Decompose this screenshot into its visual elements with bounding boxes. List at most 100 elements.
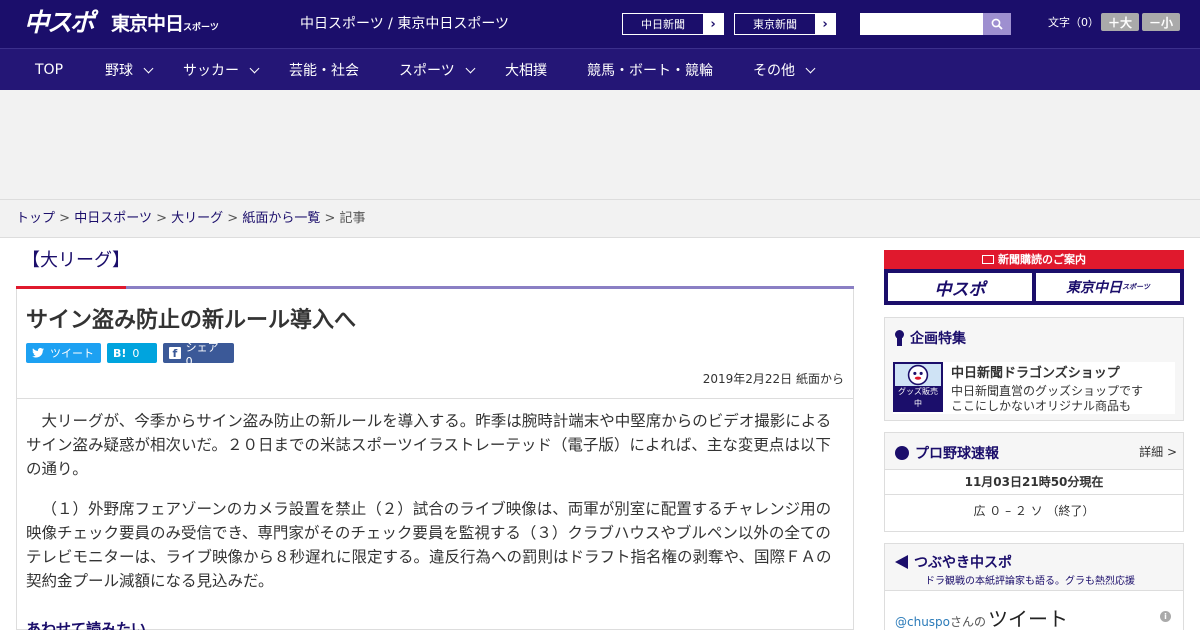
- tweet-label: ツイート: [988, 607, 1069, 630]
- chuspo-logo[interactable]: 中スポ: [24, 6, 95, 40]
- breadcrumb-separator: >: [156, 211, 167, 226]
- newspaper-icon: [982, 255, 994, 264]
- tsubuyaki-heading: つぶやき中スポ: [895, 552, 1012, 572]
- subscribe-tokyo-small: スポーツ: [1122, 283, 1150, 291]
- breadcrumb-paper-list[interactable]: 紙面から一覧: [242, 211, 320, 226]
- shop-name[interactable]: 中日新聞ドラゴンズショップ: [951, 362, 1120, 381]
- subscribe-tokyo-label: 東京中日: [1066, 280, 1123, 296]
- chevron-down-icon: [143, 63, 154, 73]
- font-smaller-button[interactable]: －小: [1142, 13, 1180, 31]
- nav-label: 競馬・ボート・競輪: [587, 63, 713, 79]
- ribbon-icon: [895, 330, 904, 346]
- tweet-label: ツイート: [50, 347, 94, 360]
- score-timestamp: 11月03日21時50分現在: [885, 469, 1183, 495]
- article-date: 2019年2月22日 紙面から: [702, 372, 844, 386]
- breadcrumb: トップ > 中日スポーツ > 大リーグ > 紙面から一覧 > 記事: [0, 200, 1200, 238]
- hatena-count: 0: [132, 346, 140, 360]
- nav-item-sumo[interactable]: 大相撲: [505, 49, 547, 91]
- tokyo-logo-small: スポーツ: [183, 23, 219, 33]
- breadcrumb-separator: >: [59, 211, 71, 226]
- chevron-down-icon: [805, 63, 816, 73]
- ad-banner-area: [0, 90, 1200, 200]
- tokyo-logo-text: 東京中日: [111, 13, 184, 35]
- nav-label: 芸能・社会: [289, 63, 359, 79]
- nav-label: TOP: [35, 62, 64, 78]
- nav-item-entertainment[interactable]: 芸能・社会: [289, 49, 359, 91]
- article-title: サイン盗み防止の新ルール導入へ: [26, 308, 357, 333]
- nav-item-sports[interactable]: スポーツ: [399, 49, 476, 91]
- score-panel: プロ野球速報 詳細 > 11月03日21時50分現在 広 ０ – ２ ソ （終了…: [884, 432, 1184, 532]
- hatena-icon: B!: [113, 346, 127, 360]
- breadcrumb-current: 記事: [339, 211, 366, 226]
- nav-label: スポーツ: [399, 63, 455, 79]
- article-paragraph: （１）外野席フェアゾーンのカメラ設置を禁止（２）試合のライブ映像は、両軍が別室に…: [26, 500, 832, 590]
- search-input[interactable]: [860, 13, 983, 35]
- tokyo-chunichi-logo[interactable]: 東京中日スポーツ: [111, 10, 219, 42]
- feature-heading: 企画特集: [895, 328, 966, 348]
- subscribe-tokyo-button[interactable]: 東京中日 スポーツ: [1036, 273, 1180, 301]
- tweet-header: @chuspo さんの ツイート: [895, 603, 1068, 630]
- score-result[interactable]: 広 ０ – ２ ソ （終了）: [885, 495, 1183, 531]
- baseball-icon: [895, 446, 909, 460]
- chevron-right-icon: ›: [703, 14, 723, 34]
- score-heading: プロ野球速報: [895, 443, 999, 463]
- shop-description: ここにしかないオリジナル商品も: [951, 399, 1132, 413]
- breadcrumb-top[interactable]: トップ: [16, 211, 55, 226]
- article-paragraph: 大リーグが、今季からサイン盗み防止の新ルールを導入する。昨季は腕時計端末や中堅席…: [26, 412, 832, 478]
- font-size-label: 文字（0）: [1048, 16, 1099, 29]
- search-icon: [991, 18, 1003, 30]
- site-names: 中日スポーツ / 東京中日スポーツ: [300, 16, 510, 32]
- tweet-button[interactable]: ツイート: [26, 343, 101, 363]
- facebook-icon: f: [169, 347, 181, 360]
- chevron-right-icon: ›: [815, 14, 835, 34]
- nav-item-other[interactable]: その他: [753, 49, 816, 91]
- feature-title: 企画特集: [910, 331, 966, 347]
- mascot-icon: [907, 364, 929, 386]
- facebook-share-button[interactable]: f シェア 0: [163, 341, 234, 368]
- subscription-title: 新聞購読のご案内: [884, 250, 1184, 269]
- breadcrumb-separator: >: [324, 211, 336, 226]
- megaphone-icon: [895, 555, 908, 569]
- breadcrumb-mlb[interactable]: 大リーグ: [171, 211, 223, 226]
- font-larger-button[interactable]: ＋大: [1101, 13, 1139, 31]
- nav-label: サッカー: [183, 63, 239, 79]
- site-header: 中スポ 東京中日スポーツ 中日スポーツ / 東京中日スポーツ 中日新聞 › 東京…: [0, 0, 1200, 48]
- twitter-bird-icon: [32, 348, 44, 358]
- nav-label: 大相撲: [505, 63, 547, 79]
- tsubuyaki-panel: つぶやき中スポ ドラ観戦の本紙評論家も語る。グラも熱烈応援 @chuspo さん…: [884, 543, 1184, 630]
- tokyo-shimbun-label: 東京新聞: [753, 18, 797, 31]
- nav-item-baseball[interactable]: 野球: [105, 49, 154, 91]
- shop-image-label: グッズ販売中: [895, 386, 941, 410]
- nav-item-racing[interactable]: 競馬・ボート・競輪: [587, 49, 713, 91]
- nav-item-top[interactable]: TOP: [35, 49, 63, 91]
- category-title: 【大リーグ】: [22, 250, 130, 271]
- chunichi-shimbun-label: 中日新聞: [641, 18, 685, 31]
- main-nav: TOP 野球 サッカー 芸能・社会 スポーツ 大相撲 競馬・ボート・競輪 その他: [0, 48, 1200, 90]
- chunichi-shimbun-button[interactable]: 中日新聞 ›: [622, 13, 724, 35]
- facebook-share-label: シェア 0: [185, 340, 219, 368]
- search-button[interactable]: [983, 13, 1011, 35]
- tsubuyaki-title: つぶやき中スポ: [914, 555, 1012, 571]
- article-divider: [16, 398, 854, 399]
- breadcrumb-chunichi-sports[interactable]: 中日スポーツ: [74, 211, 152, 226]
- related-heading: あわせて読みたい: [26, 620, 147, 630]
- nav-label: 野球: [105, 63, 133, 79]
- tsubuyaki-subtitle: ドラ観戦の本紙評論家も語る。グラも熱烈応援: [925, 576, 1135, 587]
- subscription-banner[interactable]: 新聞購読のご案内 中スポ 東京中日 スポーツ: [884, 250, 1184, 305]
- twitter-widget: @chuspo さんの ツイート i: [885, 590, 1183, 630]
- subscribe-chuspo-button[interactable]: 中スポ: [888, 273, 1032, 301]
- score-title: プロ野球速報: [915, 446, 999, 462]
- shop-mascot-image: グッズ販売中: [893, 362, 943, 412]
- dragons-shop-card[interactable]: グッズ販売中 中日新聞ドラゴンズショップ 中日新聞直営のグッズショップです ここ…: [893, 362, 1175, 414]
- info-icon[interactable]: i: [1160, 611, 1171, 622]
- tokyo-shimbun-button[interactable]: 東京新聞 ›: [734, 13, 836, 35]
- nav-item-soccer[interactable]: サッカー: [183, 49, 260, 91]
- tweet-user-link[interactable]: @chuspo: [895, 615, 950, 629]
- chevron-down-icon: [465, 63, 476, 73]
- chevron-down-icon: [249, 63, 260, 73]
- hatena-bookmark-button[interactable]: B! 0: [107, 343, 157, 363]
- breadcrumb-separator: >: [227, 211, 239, 226]
- subscription-title-text: 新聞購読のご案内: [998, 253, 1086, 266]
- nav-label: その他: [753, 63, 795, 79]
- score-detail-link[interactable]: 詳細 >: [1139, 443, 1177, 460]
